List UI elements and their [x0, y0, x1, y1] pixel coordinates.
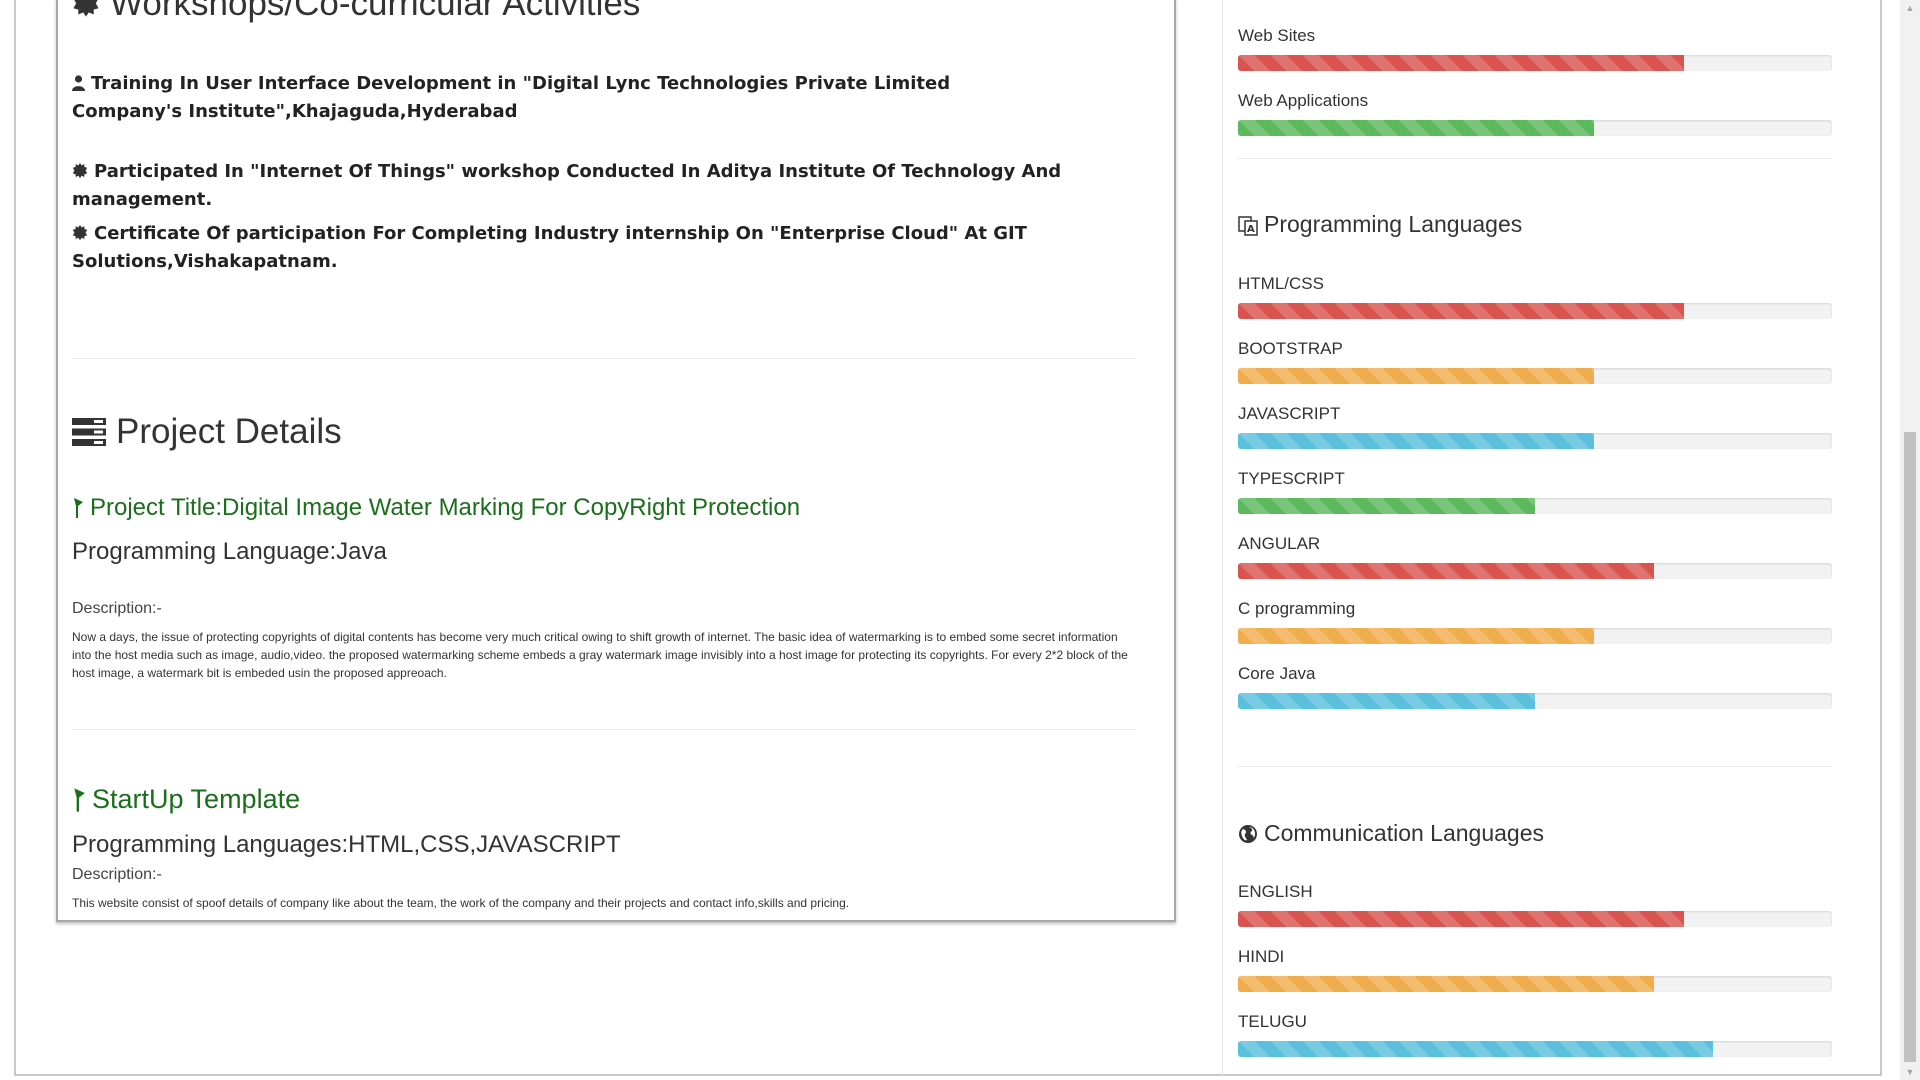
skill-bar-fill — [1238, 303, 1684, 319]
svg-text:A: A — [1247, 224, 1255, 235]
pushpin-icon — [74, 498, 83, 518]
skill-label: JAVASCRIPT — [1238, 404, 1341, 423]
project-language: Programming Languages:HTML,CSS,JAVASCRIP… — [72, 831, 621, 858]
scroll-thumb[interactable] — [1904, 432, 1916, 1062]
skill-bar — [1238, 693, 1832, 709]
skill-bar-fill — [1238, 563, 1654, 579]
description-label: Description:- — [72, 600, 162, 617]
skill-label: TELUGU — [1238, 1012, 1307, 1031]
skill-label: HINDI — [1238, 947, 1285, 966]
scroll-up-arrow-icon[interactable]: ▲ — [1900, 0, 1920, 16]
skill-bar — [1238, 976, 1832, 992]
globe-icon — [1239, 824, 1257, 843]
skill-label: TYPESCRIPT — [1238, 469, 1345, 488]
skill-bar — [1238, 120, 1832, 136]
skill-label: C programming — [1238, 599, 1356, 618]
section-divider — [1238, 158, 1832, 159]
activity-item: Certificate Of participation For Complet… — [72, 223, 1027, 272]
skill-bar-fill — [1238, 693, 1535, 709]
server-icon — [72, 418, 106, 446]
skill-bar — [1238, 563, 1832, 579]
certificate-icon — [73, 0, 99, 17]
skill-label: Web Sites — [1238, 26, 1316, 45]
project-description: This website consist of spoof details of… — [72, 896, 850, 910]
activity-item: Training In User Interface Development i… — [72, 73, 951, 122]
user-icon — [72, 73, 85, 99]
skill-label: Web Applications — [1238, 91, 1369, 110]
certificate-icon — [72, 161, 88, 187]
project-title: Project Title:Digital Image Water Markin… — [72, 494, 800, 522]
skill-label: ENGLISH — [1238, 882, 1313, 901]
skill-bar-fill — [1238, 911, 1684, 927]
project-language: Programming Language:Java — [72, 538, 387, 565]
section-divider — [1238, 766, 1832, 767]
activity-item: Participated In "Internet Of Things" wor… — [72, 161, 1062, 210]
skill-label: ANGULAR — [1238, 534, 1321, 553]
activities-heading: Workshops/Co-curricular Activities — [72, 0, 640, 24]
skill-bar-fill — [1238, 1041, 1714, 1057]
projects-heading: Project Details — [72, 412, 342, 452]
skill-bar-fill — [1238, 368, 1595, 384]
skill-label: Core Java — [1238, 664, 1316, 683]
description-label: Description:- — [72, 866, 162, 883]
communication-languages-heading: Communication Languages — [1238, 820, 1544, 847]
section-divider — [72, 729, 1136, 730]
skill-label: HTML/CSS — [1238, 274, 1324, 293]
skill-bar — [1238, 1041, 1832, 1057]
skill-bar-fill — [1238, 433, 1595, 449]
skill-bar-fill — [1238, 976, 1654, 992]
skill-bar — [1238, 303, 1832, 319]
section-divider — [72, 358, 1136, 359]
pushpin-icon — [74, 787, 85, 812]
skill-bar — [1238, 368, 1832, 384]
skill-bar-fill — [1238, 55, 1684, 71]
skill-bar-fill — [1238, 120, 1595, 136]
project-description: Now a days, the issue of protecting copy… — [72, 630, 1128, 680]
skill-bar-fill — [1238, 628, 1595, 644]
sidebar-divider — [1222, 0, 1223, 1076]
skill-bar — [1238, 433, 1832, 449]
scroll-down-arrow-icon[interactable]: ▼ — [1900, 1064, 1920, 1080]
programming-languages-heading: A Programming Languages — [1238, 211, 1522, 238]
skill-bar — [1238, 55, 1832, 71]
skill-label: BOOTSTRAP — [1238, 339, 1343, 358]
translate-icon: A — [1238, 215, 1258, 236]
certificate-icon — [72, 223, 88, 249]
skill-bar — [1238, 911, 1832, 927]
skill-bar — [1238, 628, 1832, 644]
project-title: StartUp Template — [72, 784, 300, 815]
page-scrollbar[interactable]: ▲ ▼ — [1900, 0, 1920, 1080]
skill-bar-fill — [1238, 498, 1535, 514]
skill-bar — [1238, 498, 1832, 514]
